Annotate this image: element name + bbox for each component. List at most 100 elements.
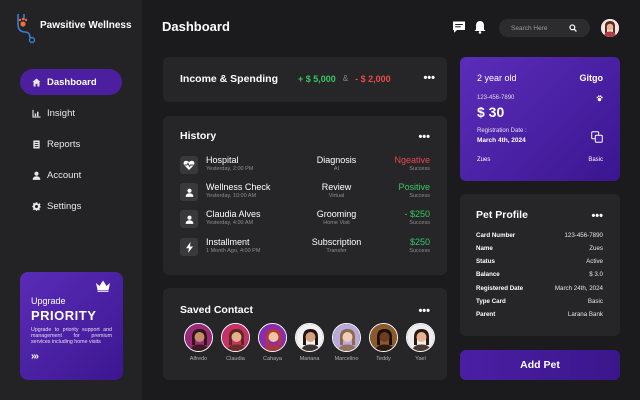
add-pet-button[interactable]: Add Pet	[460, 350, 620, 380]
contact-avatar[interactable]	[184, 323, 213, 352]
document-icon	[33, 139, 40, 149]
history-status: Success	[409, 248, 430, 254]
history-type: Grooming	[316, 209, 357, 219]
crown-icon	[96, 280, 110, 292]
history-amount: Ngeative	[394, 155, 430, 165]
pet-owner: Zues	[477, 157, 491, 163]
pet-card[interactable]: 2 year old Gitgo 123-456-7890 $ 30 Regis…	[460, 57, 620, 181]
profile-value: Zues	[589, 245, 603, 252]
sidebar-item-label: Reports	[47, 138, 81, 150]
contact-avatar[interactable]	[369, 323, 398, 352]
contact-item[interactable]: Alfredo	[180, 323, 217, 362]
history-row[interactable]: Installment 1 Month Ago, 4:00 PM Subscri…	[180, 237, 430, 259]
paw-stethoscope-icon	[14, 12, 38, 44]
profile-key: Status	[476, 258, 495, 265]
history-status: Success	[409, 220, 430, 226]
profile-key: Registered Date	[476, 285, 524, 292]
history-name: Wellness Check	[206, 182, 271, 192]
history-row[interactable]: Hospital Yesterday, 2:00 PM Diagnosis AI…	[180, 155, 430, 177]
history-name: Hospital	[206, 155, 239, 165]
contact-item[interactable]: Yael	[402, 323, 439, 362]
profile-value: Active	[586, 258, 603, 265]
sidebar-item-account[interactable]: Account	[20, 162, 122, 188]
contact-item[interactable]: Mariana	[291, 323, 328, 362]
profile-value: Basic	[587, 298, 603, 305]
profile-more-button[interactable]: •••	[591, 211, 603, 222]
income-more-button[interactable]: •••	[423, 73, 435, 84]
brand-logo[interactable]: Pawsitive Wellness	[14, 12, 132, 44]
history-time: Yesterday, 4:00 AM	[206, 220, 254, 226]
history-card: History ••• Hospital Yesterday, 2:00 PM …	[163, 116, 447, 275]
sidebar-item-label: Account	[47, 169, 82, 181]
pet-balance: $ 30	[477, 104, 505, 120]
upgrade-plan: PRIORITY	[31, 308, 97, 323]
profile-key: Card Number	[476, 232, 516, 239]
message-icon[interactable]	[452, 20, 466, 34]
upgrade-arrows-icon[interactable]: ›››	[31, 351, 112, 362]
upgrade-card[interactable]: Upgrade PRIORITY Upgrade to priority sup…	[20, 272, 123, 380]
user-icon	[32, 171, 41, 180]
upgrade-title: Upgrade	[31, 296, 66, 306]
history-type: Subscription	[311, 237, 362, 247]
contact-avatar[interactable]	[406, 323, 435, 352]
profile-row: Type Card Basic	[476, 298, 603, 305]
history-time: Yesterday, 2:00 PM	[206, 166, 254, 172]
income-separator: &	[342, 74, 349, 83]
contact-name: Cahaya	[263, 356, 282, 362]
paw-icon	[596, 95, 603, 102]
contact-avatar[interactable]	[221, 323, 250, 352]
saved-contact-title: Saved Contact	[180, 304, 253, 316]
sidebar-item-settings[interactable]: Settings	[20, 193, 122, 219]
history-status: Success	[409, 193, 430, 199]
header-icons	[452, 20, 487, 34]
profile-key: Balance	[476, 271, 500, 278]
profile-key: Type Card	[476, 298, 506, 305]
sidebar-item-insight[interactable]: Insight	[20, 100, 122, 126]
contact-name: Marcelino	[334, 356, 359, 362]
profile-row: Parent Larana Bank	[476, 311, 603, 318]
lightning-icon	[180, 238, 198, 256]
user-avatar[interactable]	[601, 19, 619, 37]
profile-row: Card Number 123-456-7890	[476, 232, 603, 239]
contact-item[interactable]: Teddy	[365, 323, 402, 362]
contact-avatar[interactable]	[258, 323, 287, 352]
income-title: Income & Spending	[180, 73, 279, 85]
sidebar-item-dashboard[interactable]: Dashboard	[20, 69, 122, 95]
history-title: History	[180, 130, 217, 142]
sidebar-item-reports[interactable]: Reports	[20, 131, 122, 157]
sidebar-item-label: Insight	[47, 107, 75, 119]
pet-profile-card: Pet Profile ••• Card Number 123-456-7890 …	[460, 194, 620, 336]
search-icon[interactable]	[569, 24, 577, 32]
history-method: Transfer	[326, 248, 347, 254]
pet-age: 2 year old	[477, 73, 517, 83]
contact-avatar[interactable]	[295, 323, 324, 352]
home-icon	[32, 77, 41, 87]
history-row[interactable]: Wellness Check Yesterday, 10:00 AM Revie…	[180, 182, 430, 204]
search-box[interactable]	[499, 19, 590, 37]
history-status: Success	[409, 166, 430, 172]
bell-icon[interactable]	[473, 20, 487, 34]
history-more-button[interactable]: •••	[418, 132, 430, 143]
profile-row: Registered Date March 24th, 2024	[476, 285, 603, 292]
contact-item[interactable]: Marcelino	[328, 323, 365, 362]
copy-icon[interactable]	[591, 131, 603, 143]
contact-avatar[interactable]	[332, 323, 361, 352]
upgrade-description: Upgrade to priority support and manageme…	[31, 327, 112, 345]
history-row[interactable]: Claudia Alves Yesterday, 4:00 AM Groomin…	[180, 209, 430, 231]
registration-date: March 4th, 2024	[477, 137, 526, 144]
history-method: Home Visit	[323, 220, 350, 226]
contact-item[interactable]: Cahaya	[254, 323, 291, 362]
search-input[interactable]	[511, 24, 569, 32]
profile-value: 123-456-7890	[564, 232, 603, 239]
user-icon	[180, 210, 198, 228]
brand-name: Pawsitive Wellness	[40, 19, 132, 31]
contact-name: Alfredo	[189, 356, 208, 362]
saved-more-button[interactable]: •••	[418, 306, 430, 317]
contact-name: Mariana	[299, 356, 320, 362]
contact-item[interactable]: Claudia	[217, 323, 254, 362]
pet-plan: Basic	[588, 157, 603, 163]
pet-name: Gitgo	[579, 73, 604, 83]
contact-name: Yael	[415, 356, 426, 362]
pet-profile-title: Pet Profile	[476, 209, 528, 221]
income-amount: + $ 5,000	[298, 74, 336, 84]
